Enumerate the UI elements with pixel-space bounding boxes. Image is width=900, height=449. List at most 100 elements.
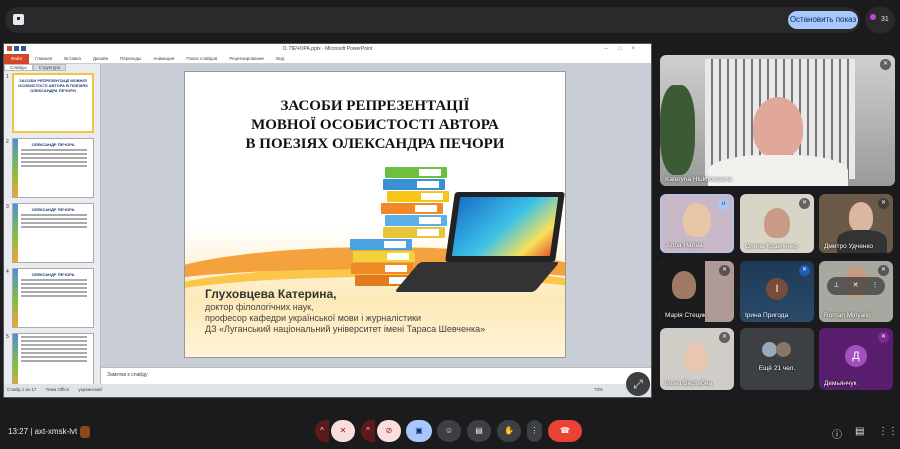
tab-outline[interactable]: Структура: [32, 64, 67, 71]
title-bar: О. ПЕЧОРА.pptx - Microsoft PowerPoint –□…: [4, 44, 651, 54]
tile-hover-controls[interactable]: ⊥ ✕ ⋮: [827, 277, 885, 295]
tab-design[interactable]: Дизайн: [87, 56, 114, 61]
current-slide: ЗАСОБИ РЕПРЕЗЕНТАЦІЇ МОВНОЇ ОСОБИСТОСТІ …: [184, 71, 566, 358]
participant-tile[interactable]: Д ✕ Демьянчук: [819, 328, 893, 390]
thumb-title: ОЛЕКСАНДР ПЕЧОРА: [31, 207, 75, 212]
participant-name: Алла Нагіна: [666, 242, 703, 249]
participant-name: Kateryna Hlukhovtseva: [665, 176, 732, 183]
host-controls-icon[interactable]: [80, 426, 91, 438]
meeting-info: 13:27 | axt-xmsk-lvt: [8, 426, 91, 438]
camera-off-button[interactable]: ⊘: [377, 420, 401, 442]
participant-name: Ілона Вертебна: [665, 380, 713, 387]
tab-animations[interactable]: Анимация: [147, 56, 180, 61]
language[interactable]: украинский: [78, 387, 101, 392]
more-count: Ещё 21 чел.: [758, 365, 796, 372]
slide-thumbnail[interactable]: ОЛЕКСАНДР ПЕЧОРА: [12, 203, 94, 263]
zoom-level[interactable]: 73%: [594, 384, 603, 395]
slide-thumbnail[interactable]: ЗАСОБИ РЕПРЕЗЕНТАЦІЇ МОВНОЇ ОСОБИСТОСТІ …: [12, 73, 94, 133]
slide-thumbnail[interactable]: ОЛЕКСАНДР ПЕЧОРА: [12, 138, 94, 198]
powerpoint-window: О. ПЕЧОРА.pptx - Microsoft PowerPoint –□…: [3, 43, 652, 398]
activities-icon[interactable]: ⋮⋮: [878, 426, 898, 437]
participant-name: Демьянчук: [824, 380, 857, 387]
participant-tile[interactable]: І ✕ Ірина Пригода: [740, 261, 814, 322]
author-line: ДЗ «Луганський національний університет …: [205, 324, 486, 334]
pin-icon[interactable]: ⊥: [834, 277, 840, 295]
author-line: доктор філологічних наук,: [205, 302, 314, 312]
stop-presenting-button[interactable]: Остановить показ: [788, 11, 858, 29]
thumb-number: 2: [6, 139, 9, 145]
participant-name: Дмитро Удченко: [824, 243, 874, 250]
author-block: Глуховцева Катерина, доктор філологічних…: [205, 287, 485, 335]
theme-name: Тема Office: [45, 387, 70, 392]
expand-icon[interactable]: ⤢: [626, 372, 650, 396]
thumb-number: 5: [6, 334, 9, 340]
tab-insert[interactable]: Вставка: [58, 56, 87, 61]
participant-count: 31: [881, 16, 889, 23]
more-icon[interactable]: ⋮: [871, 277, 878, 295]
end-call-button[interactable]: ☎: [548, 420, 582, 442]
thumb-title: ОЛЕКСАНДР ПЕЧОРА: [31, 142, 75, 147]
tab-view[interactable]: Вид: [270, 56, 290, 61]
mic-off-icon: ✕: [719, 332, 730, 343]
mic-off-icon: ✕: [799, 198, 810, 209]
more-options-button[interactable]: ⋮: [527, 420, 542, 442]
meeting-controls: 13:27 | axt-xmsk-lvt ^ ✕ ^ ⊘ ▣ ☺ ▤ ✋ ⋮ ☎…: [0, 420, 900, 444]
audio-options-button[interactable]: ^: [315, 420, 329, 442]
ribbon-tabs: Файл Главная Вставка Дизайн Переходы Ани…: [4, 53, 651, 64]
mic-off-icon: ✕: [880, 59, 891, 70]
participant-tile[interactable]: ✕ Марія Стецик: [660, 261, 734, 322]
clock: 13:27: [8, 427, 29, 437]
slide-title: ЗАСОБИ РЕПРЕЗЕНТАЦІЇ МОВНОЇ ОСОБИСТОСТІ …: [185, 97, 565, 154]
author-name: Глуховцева Катерина,: [205, 287, 337, 301]
speaking-icon: ıı: [718, 199, 729, 210]
participant-name: Roman Minyailo: [824, 312, 871, 319]
tab-transitions[interactable]: Переходы: [114, 56, 147, 61]
thumb-title: ОЛЕКСАНДР ПЕЧОРА: [31, 272, 75, 277]
mic-off-icon: ✕: [799, 265, 810, 276]
mic-off-icon: ✕: [878, 332, 889, 343]
author-line: професор кафедри української мови і журн…: [205, 313, 422, 323]
participant-tile[interactable]: ıı Алла Нагіна: [660, 194, 734, 253]
avatar-icon: [870, 14, 876, 20]
thumb-title: ЗАСОБИ РЕПРЕЗЕНТАЦІЇ МОВНОЇ ОСОБИСТОСТІ …: [18, 78, 88, 93]
presentation-bar: Остановить показ: [5, 7, 860, 33]
participant-name: Ірина Пригода: [745, 312, 789, 319]
slide-canvas: ЗАСОБИ РЕПРЕЗЕНТАЦІЇ МОВНОЇ ОСОБИСТОСТІ …: [101, 64, 651, 367]
participant-tile[interactable]: ✕ Олена Кравченко: [740, 194, 814, 253]
presentation-icon[interactable]: [13, 14, 24, 25]
participant-name: Олена Кравченко: [745, 243, 798, 250]
participants-button[interactable]: 31: [865, 7, 895, 33]
tab-review[interactable]: Рецензирование: [223, 56, 270, 61]
laptop-illustration: [445, 192, 565, 262]
more-participants-tile[interactable]: Ещё 21 чел.: [740, 328, 814, 390]
slide-thumbnail[interactable]: ОЛЕКСАНДР ПЕЧОРА: [12, 268, 94, 328]
notes-input[interactable]: Заметки к слайду: [101, 367, 651, 384]
present-screen-button[interactable]: ▣: [406, 420, 432, 442]
thumb-number: 4: [6, 269, 9, 275]
info-icon[interactable]: ⓘ: [832, 426, 842, 441]
status-bar: Слайд 1 из 17 Тема Office украинский 73%: [4, 384, 651, 397]
thumb-number: 1: [6, 74, 9, 80]
chat-icon[interactable]: ▤: [855, 426, 864, 437]
tab-slideshow[interactable]: Показ слайдов: [180, 56, 223, 61]
tab-home[interactable]: Главная: [29, 56, 58, 61]
mic-off-icon: ✕: [719, 265, 730, 276]
avatar: Д: [845, 345, 867, 367]
quick-access-toolbar[interactable]: [7, 46, 37, 52]
video-options-button[interactable]: ^: [361, 420, 375, 442]
window-controls[interactable]: –□×: [605, 44, 645, 54]
tab-slides[interactable]: Слайды: [4, 64, 33, 71]
participant-tile[interactable]: ✕ Ілона Вертебна: [660, 328, 734, 390]
participant-tile[interactable]: ✕ Дмитро Удченко: [819, 194, 893, 253]
mic-off-button[interactable]: ✕: [331, 420, 355, 442]
mute-icon[interactable]: ✕: [853, 277, 859, 295]
captions-button[interactable]: ▤: [467, 420, 491, 442]
tab-file[interactable]: Файл: [4, 53, 30, 64]
participant-tile[interactable]: ⊥ ✕ ⋮ ✕ Roman Minyailo: [819, 261, 893, 322]
raise-hand-button[interactable]: ✋: [497, 420, 521, 442]
title-line: МОВНОЇ ОСОБИСТОСТІ АВТОРА: [251, 117, 499, 133]
title-line: В ПОЕЗІЯХ ОЛЕКСАНДРА ПЕЧОРИ: [245, 136, 505, 152]
speaker-tile[interactable]: ✕ Kateryna Hlukhovtseva: [660, 55, 895, 186]
reactions-button[interactable]: ☺: [437, 420, 461, 442]
participant-name: Марія Стецик: [665, 312, 706, 319]
